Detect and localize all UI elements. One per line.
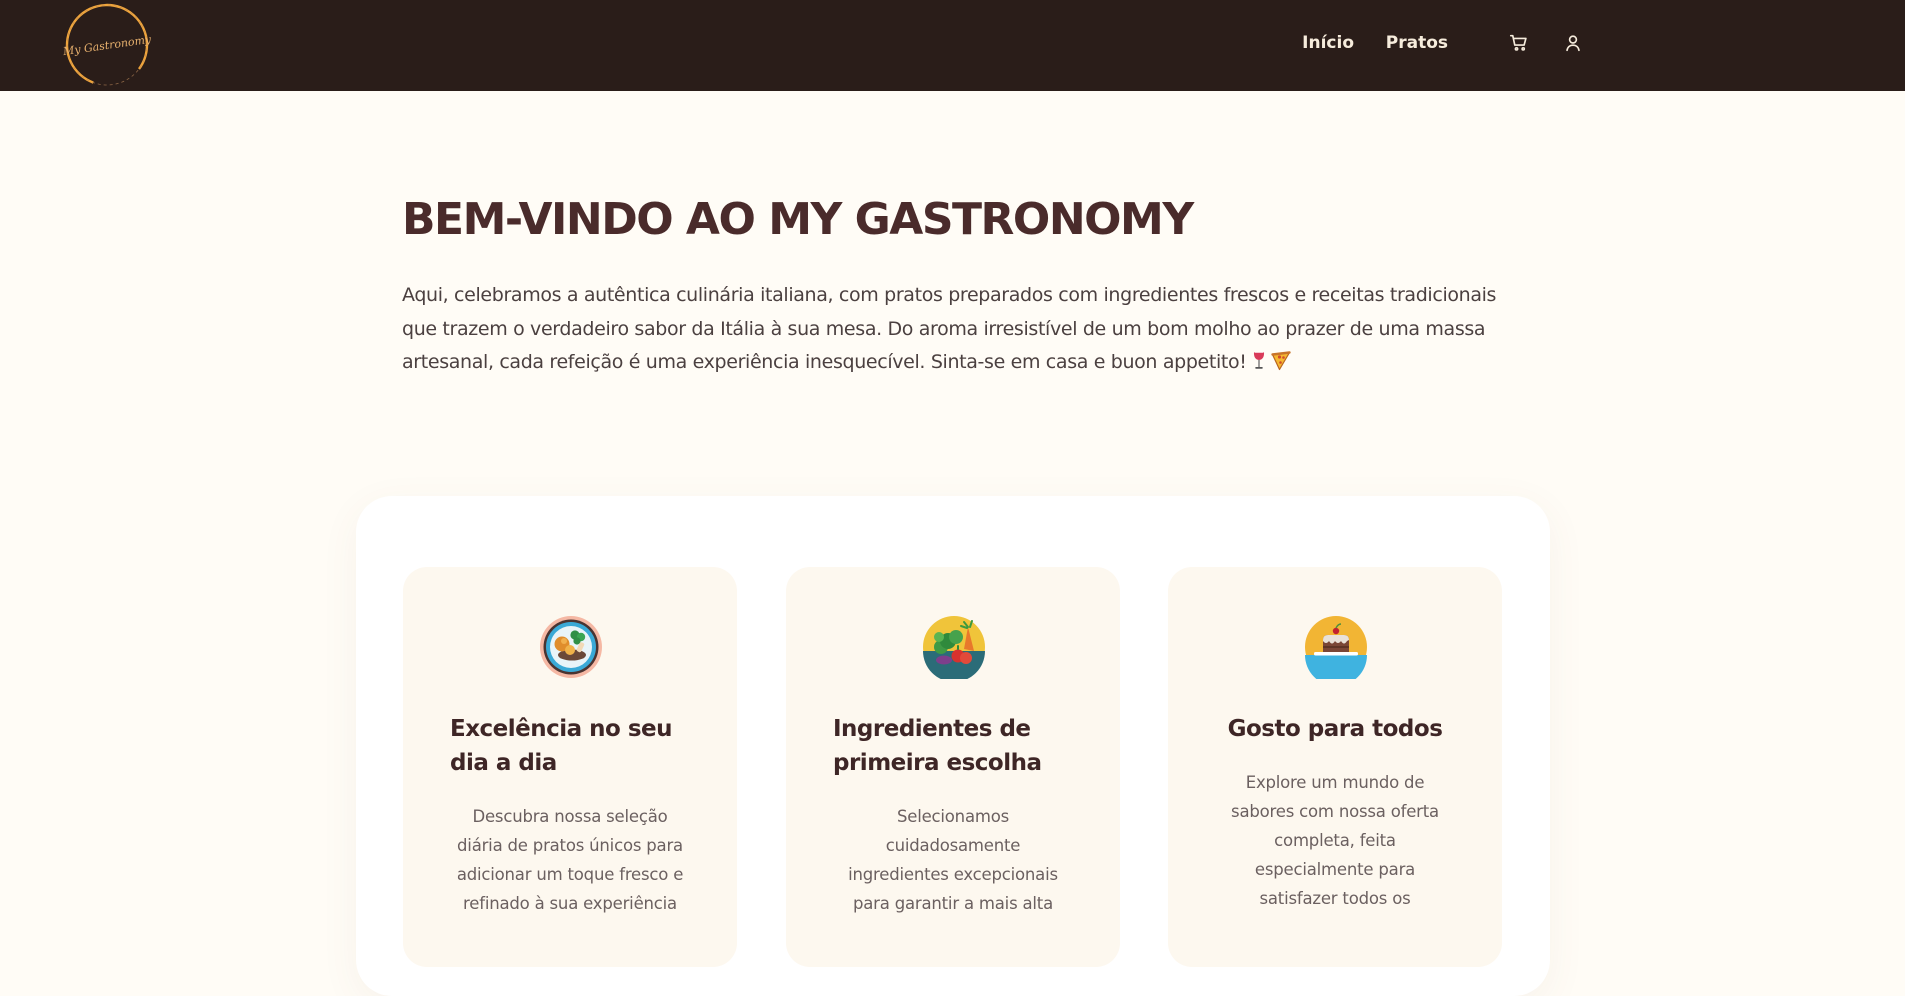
user-icon[interactable] xyxy=(1562,32,1584,54)
vegetables-icon xyxy=(922,615,986,682)
brand-logo[interactable]: My Gastronomy xyxy=(60,1,154,89)
feature-title: Gosto para todos xyxy=(1227,716,1443,742)
hero-title: BEM-VINDO AO MY GASTRONOMY xyxy=(402,194,1194,245)
cake-icon xyxy=(1304,615,1368,686)
cart-icon[interactable] xyxy=(1508,32,1530,54)
nav-inicio[interactable]: Início xyxy=(1302,30,1354,56)
wine-glass-icon xyxy=(1251,349,1267,383)
feature-card: Ingredientes de primeira escolha Selecio… xyxy=(786,567,1120,967)
feature-text: Selecionamos cuidadosamente ingredientes… xyxy=(848,807,1058,913)
nav-pratos[interactable]: Pratos xyxy=(1386,30,1448,56)
feature-title: Ingredientes de primeira escolha xyxy=(833,716,1042,776)
svg-text:My Gastronomy: My Gastronomy xyxy=(61,33,152,58)
pizza-icon xyxy=(1270,349,1291,383)
feature-text: Explore um mundo de sabores com nossa of… xyxy=(1231,773,1439,908)
hero-description-text: Aqui, celebramos a autêntica culinária i… xyxy=(402,284,1497,373)
feature-text: Descubra nossa seleção diária de pratos … xyxy=(456,807,684,913)
logo-icon: My Gastronomy xyxy=(61,3,153,87)
meal-plate-icon xyxy=(539,615,603,679)
feature-card: Excelência no seu dia a dia Descubra nos… xyxy=(403,567,737,967)
top-navbar: My Gastronomy Início Pratos xyxy=(0,0,1905,91)
feature-title: Excelência no seu dia a dia xyxy=(450,716,673,776)
feature-card: Gosto para todos Explore um mundo de sab… xyxy=(1168,567,1502,967)
hero-description: Aqui, celebramos a autêntica culinária i… xyxy=(402,279,1512,383)
